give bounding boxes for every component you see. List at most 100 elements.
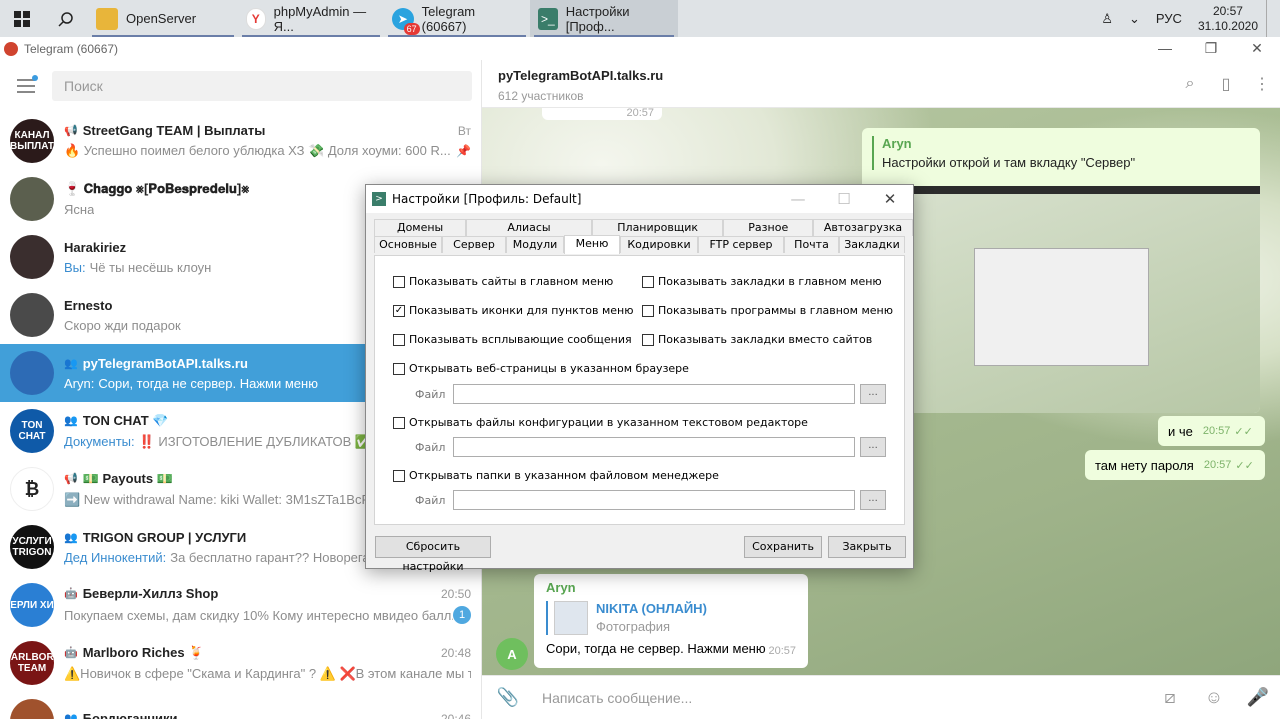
tab-row2-3[interactable]: Меню — [564, 235, 620, 254]
message-sender: Документы: — [64, 434, 135, 449]
chevron-up-icon[interactable]: ⌄ — [1121, 11, 1148, 27]
search-icon[interactable]: ⌕ — [1180, 74, 1200, 94]
message-sender: Aryn: — [64, 375, 95, 391]
message-bubble-out[interactable]: и че 20:57 ✓✓ — [1158, 416, 1265, 446]
checkbox-show-sites[interactable]: Показывать сайты в главном меню — [393, 275, 613, 288]
checkbox-box[interactable] — [393, 469, 405, 482]
tab-row2-2[interactable]: Модули — [506, 236, 564, 253]
tab-row2-0[interactable]: Основные — [374, 236, 442, 253]
attach-icon[interactable]: 📎 — [486, 687, 530, 708]
maximize-icon[interactable]: ❐ — [1188, 40, 1234, 57]
checkbox-box[interactable] — [642, 275, 654, 288]
message-sender: Вы: — [64, 259, 86, 275]
start-button[interactable] — [0, 0, 44, 37]
chat-name: TON CHAT 💎 — [82, 412, 169, 428]
chat-list-item[interactable]: ЕРЛИ ХИ 🤖 Беверли-Хиллз Shop 20:50 Покупаем … — [0, 576, 481, 634]
chat-title[interactable]: pyTelegramBotAPI.talks.ru — [498, 68, 1264, 83]
search-input[interactable]: Поиск — [52, 71, 472, 101]
minimize-icon[interactable]: — — [1142, 40, 1188, 57]
show-desktop-button[interactable] — [1266, 0, 1280, 37]
tab-row2-1[interactable]: Сервер — [442, 236, 506, 253]
chat-subtitle: 612 участников — [498, 89, 584, 103]
save-button[interactable]: Сохранить — [744, 536, 822, 558]
reset-settings-button[interactable]: Сбросить настройки — [375, 536, 491, 573]
taskbar-app-settings[interactable]: >_ Настройки [Проф... — [530, 0, 678, 37]
reply-quote[interactable]: NIKITA (ОНЛАЙН) Фотография — [546, 601, 796, 635]
checkbox-box[interactable] — [393, 362, 405, 375]
quote-type: Фотография — [596, 619, 671, 634]
minimize-icon[interactable]: — — [775, 190, 821, 208]
people-icon[interactable]: ♙ — [1093, 11, 1121, 27]
tab-row2-4[interactable]: Кодировки — [620, 236, 698, 253]
fm-path-input[interactable] — [453, 490, 855, 510]
chat-name: Marlboro Riches 🍹 — [82, 644, 205, 660]
close-button[interactable]: Закрыть — [828, 536, 906, 558]
browse-button[interactable]: ... — [860, 437, 886, 457]
checkbox-box[interactable] — [642, 333, 654, 346]
avatar: КАНАЛ ВЫПЛАТ — [10, 119, 54, 163]
checkbox-box[interactable] — [393, 333, 405, 346]
taskbar-app-browser[interactable]: Y phpMyAdmin — Я... — [238, 0, 384, 37]
clock[interactable]: 20:57 31.10.2020 — [1190, 4, 1266, 34]
reply-text: Настройки открой и там вкладку "Сервер" — [882, 155, 1136, 170]
chat-name: Ernesto — [64, 297, 113, 313]
checkbox-box[interactable]: ✓ — [393, 304, 405, 317]
tab-4[interactable]: Автозагрузка — [813, 219, 913, 236]
message-sender[interactable]: Aryn — [546, 580, 796, 595]
checkbox-box[interactable] — [642, 304, 654, 317]
browse-button[interactable]: ... — [860, 384, 886, 404]
browser-path-input[interactable] — [453, 384, 855, 404]
chat-list-item[interactable]: MARLBORO TEAM 🤖 Marlboro Riches 🍹 20:48 ⚠️Но… — [0, 634, 481, 692]
checkbox-show-popups[interactable]: Показывать всплывающие сообщения — [393, 333, 632, 346]
checkbox-bookmarks-instead[interactable]: Показывать закладки вместо сайтов — [642, 333, 872, 346]
search-button[interactable] — [44, 0, 88, 37]
windows-icon — [14, 10, 30, 27]
maximize-icon[interactable]: ☐ — [821, 190, 867, 208]
checkbox-show-bookmarks[interactable]: Показывать закладки в главном меню — [642, 275, 882, 288]
checkbox-open-fm[interactable]: Открывать папки в указанном файловом мен… — [393, 469, 719, 482]
tab-row2-7[interactable]: Закладки — [839, 236, 905, 253]
message-input[interactable]: Написать сообщение... — [542, 690, 1148, 706]
checkbox-open-browser[interactable]: Открывать веб-страницы в указанном брауз… — [393, 362, 689, 375]
language-indicator[interactable]: РУС — [1148, 11, 1190, 26]
tab-row2-5[interactable]: FTP сервер — [698, 236, 784, 253]
sidebar-toggle-icon[interactable]: ▯ — [1216, 74, 1236, 94]
unread-badge: 67 — [403, 22, 420, 35]
avatar: ₿ — [10, 467, 54, 511]
tab-1[interactable]: Алиасы — [466, 219, 592, 236]
avatar — [10, 177, 54, 221]
sender-avatar[interactable]: A — [496, 638, 528, 670]
taskbar-app-openserver[interactable]: OpenServer — [88, 0, 238, 37]
menu-button[interactable] — [0, 75, 52, 93]
tab-0[interactable]: Домены — [374, 219, 467, 236]
avatar — [10, 351, 54, 395]
screenshot-image[interactable] — [862, 186, 1260, 413]
taskbar: OpenServer Y phpMyAdmin — Я... ➤ 67 Teleg… — [0, 0, 1280, 37]
tab-2[interactable]: Планировщик заданий — [591, 219, 724, 249]
bot-command-icon[interactable]: ⧄ — [1148, 687, 1192, 708]
message-bubble-in[interactable]: Aryn NIKITA (ОНЛАЙН) Фотография Сори, то… — [534, 574, 808, 668]
more-icon[interactable]: ⋮ — [1252, 74, 1272, 94]
browse-button[interactable]: ... — [860, 490, 886, 510]
checkbox-open-editor[interactable]: Открывать файлы конфигурации в указанном… — [393, 416, 808, 429]
emoji-icon[interactable]: ☺ — [1192, 687, 1236, 708]
taskbar-app-label: phpMyAdmin — Я... — [273, 3, 367, 34]
microphone-icon[interactable]: 🎤 — [1236, 687, 1280, 708]
checkbox-box[interactable] — [393, 275, 405, 288]
taskbar-app-telegram[interactable]: ➤ 67 Telegram (60667) — [384, 0, 530, 37]
editor-path-input[interactable] — [453, 437, 855, 457]
close-icon[interactable]: ✕ — [867, 190, 913, 208]
checkbox-show-programs[interactable]: Показывать программы в главном меню — [642, 304, 893, 317]
message-preview: За бесплатно гарант?? Новорега н... — [170, 549, 392, 565]
close-icon[interactable]: ✕ — [1234, 40, 1280, 57]
chat-list-item[interactable]: КАНАЛ ВЫПЛАТ 📢 StreetGang TEAM | Выплаты Вт… — [0, 112, 481, 170]
checkbox-show-icons[interactable]: ✓ Показывать иконки для пунктов меню — [393, 304, 633, 317]
tab-3[interactable]: Разное — [723, 219, 814, 236]
checkbox-box[interactable] — [393, 416, 405, 429]
message-time: 20:57 — [626, 108, 654, 119]
tab-row2-6[interactable]: Почта — [784, 236, 839, 253]
message-bubble-out[interactable]: там нету пароля 20:57 ✓✓ — [1085, 450, 1265, 480]
message-bubble-screenshot-reply[interactable]: Aryn Настройки открой и там вкладку "Сер… — [862, 128, 1260, 413]
settings-dialog: > Настройки [Профиль: Default] — ☐ ✕ Дом… — [365, 184, 914, 573]
chat-list-item[interactable]: 👥 Бордюганчики 20:46 — [0, 692, 481, 719]
